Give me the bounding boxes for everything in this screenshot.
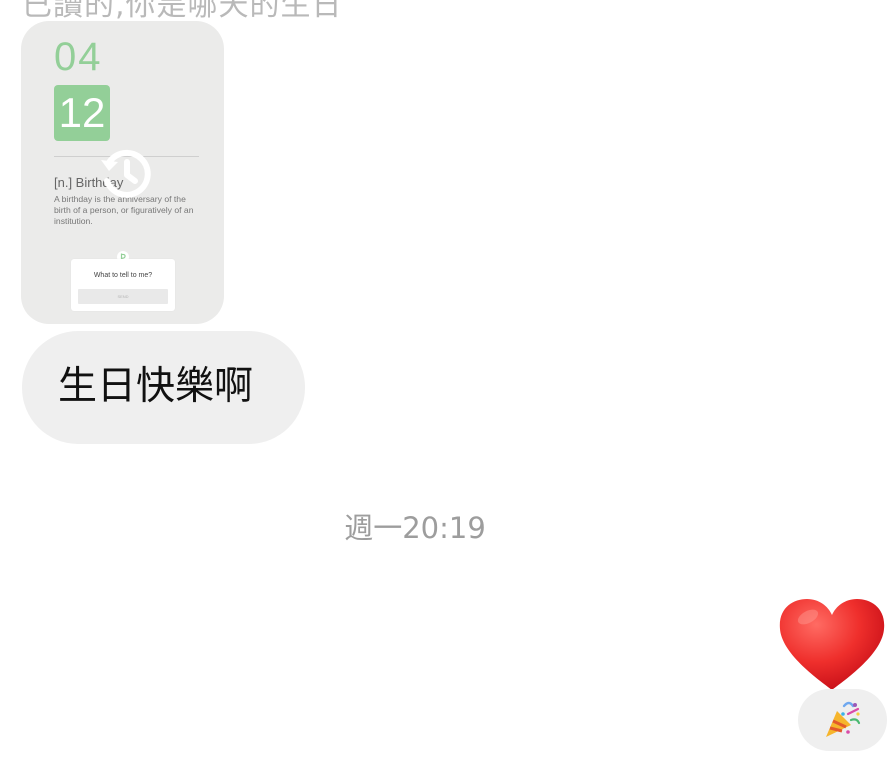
story-prompt-text: What to tell to me? [93, 272, 153, 279]
history-icon[interactable] [96, 145, 154, 203]
heart-icon[interactable] [777, 596, 887, 694]
received-message-bubble[interactable]: 生日快樂啊 [22, 331, 305, 444]
story-prompt-box: What to tell to me? SEND [71, 259, 175, 311]
story-month: 04 [54, 35, 103, 79]
story-day: 12 [58, 89, 106, 136]
party-popper-icon [826, 701, 861, 737]
shared-story-card[interactable]: 04 12 [n.] Birthday A birthday is the an… [21, 21, 224, 324]
message-timestamp: 週一20:19 [344, 511, 486, 545]
story-day-box: 12 [54, 85, 110, 141]
received-message-text: 生日快樂啊 [58, 364, 254, 409]
story-send-button[interactable]: SEND [78, 289, 168, 304]
